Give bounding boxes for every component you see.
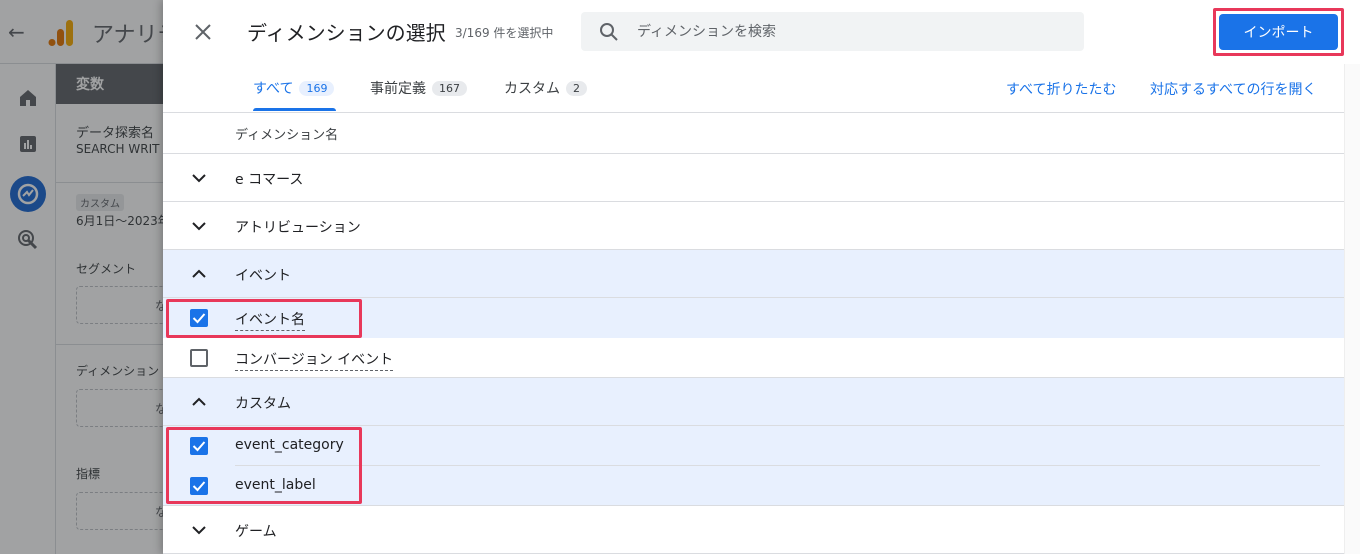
chevron-down-icon	[192, 222, 206, 231]
dimension-row-event-label[interactable]: event_label	[163, 466, 1344, 506]
checkbox-checked-icon[interactable]	[190, 437, 208, 455]
chevron-down-icon	[192, 174, 206, 183]
group-attribution[interactable]: アトリビューション	[163, 202, 1344, 249]
tab-label: カスタム	[504, 81, 560, 97]
import-button[interactable]: インポート	[1219, 14, 1338, 50]
group-label: ゲーム	[235, 524, 277, 540]
checkbox-checked-icon[interactable]	[190, 477, 208, 495]
close-icon[interactable]	[191, 20, 215, 44]
chevron-up-icon	[192, 269, 206, 278]
group-label: イベント	[235, 268, 291, 284]
dimension-label: コンバージョン イベント	[235, 349, 394, 371]
dimension-row-event-category[interactable]: event_category	[163, 426, 1344, 466]
dimension-select-dialog: ディメンションの選択 3/169 件を選択中 インポート すべて 169 事前定義…	[163, 0, 1360, 554]
tab-label: すべて	[253, 81, 294, 97]
tab-custom[interactable]: カスタム 2	[504, 78, 587, 112]
chevron-up-icon	[192, 397, 206, 406]
modal-scrim[interactable]	[0, 0, 163, 554]
dialog-scrollbar[interactable]	[1344, 64, 1360, 554]
expand-all-link[interactable]: 対応するすべての行を開く	[1150, 79, 1316, 99]
group-label: カスタム	[235, 396, 291, 412]
tab-label: 事前定義	[370, 81, 426, 97]
dimension-row-event-name[interactable]: イベント名	[163, 298, 1344, 338]
dimension-label: event_label	[235, 477, 316, 493]
dimension-label: event_category	[235, 437, 344, 453]
group-ecommerce[interactable]: e コマース	[163, 154, 1344, 201]
checkbox-checked-icon[interactable]	[190, 309, 208, 327]
active-tab-indicator	[253, 108, 336, 111]
collapse-all-link[interactable]: すべて折りたたむ	[1006, 79, 1116, 99]
tab-count-badge: 169	[299, 81, 335, 96]
group-label: e コマース	[235, 172, 304, 188]
dialog-title: ディメンションの選択	[247, 21, 446, 45]
checkbox-unchecked-icon[interactable]	[190, 349, 208, 367]
group-label: アトリビューション	[235, 220, 361, 236]
group-game[interactable]: ゲーム	[163, 506, 1344, 553]
search-box[interactable]	[581, 12, 1084, 51]
dimension-label: イベント名	[235, 309, 305, 331]
divider	[163, 112, 1344, 113]
column-header: ディメンション名	[235, 128, 339, 143]
tab-all[interactable]: すべて 169	[253, 78, 335, 112]
import-highlight: インポート	[1213, 8, 1344, 56]
group-event[interactable]: イベント	[163, 250, 1344, 297]
selection-count: 3/169 件を選択中	[455, 26, 554, 40]
tab-predefined[interactable]: 事前定義 167	[370, 78, 467, 112]
tab-count-badge: 2	[566, 81, 587, 96]
dimension-row-conversion-event[interactable]: コンバージョン イベント	[163, 338, 1344, 378]
tab-count-badge: 167	[432, 81, 467, 96]
search-icon	[600, 23, 618, 41]
group-custom[interactable]: カスタム	[163, 378, 1344, 425]
chevron-down-icon	[192, 526, 206, 535]
search-input[interactable]	[637, 12, 1067, 51]
